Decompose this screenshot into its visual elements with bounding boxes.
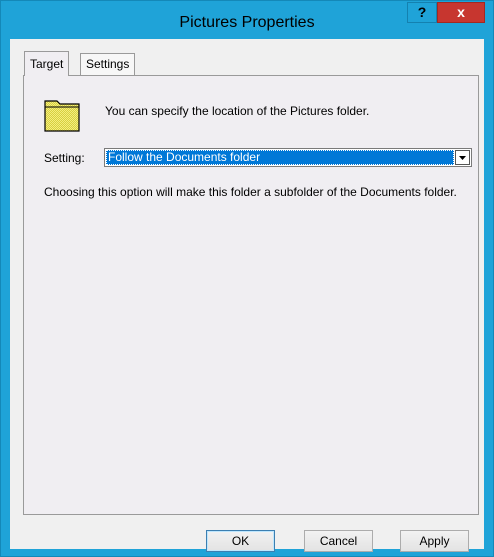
description-text: Choosing this option will make this fold… [44,185,464,199]
ok-button[interactable]: OK [206,530,275,552]
tab-settings[interactable]: Settings [80,53,135,75]
title-bar[interactable]: Pictures Properties ? x [1,1,493,39]
target-tab-panel: You can specify the location of the Pict… [23,75,479,515]
cancel-button[interactable]: Cancel [304,530,373,552]
tab-target[interactable]: Target [24,51,69,76]
apply-button[interactable]: Apply [400,530,469,552]
setting-dropdown[interactable]: Follow the Documents folder [104,148,472,167]
setting-dropdown-value: Follow the Documents folder [106,150,454,165]
properties-window: Pictures Properties ? x Target Settings … [0,0,494,557]
chevron-down-icon[interactable] [455,150,470,165]
folder-icon [44,98,80,132]
setting-label: Setting: [44,151,85,165]
help-button[interactable]: ? [407,2,437,23]
close-button[interactable]: x [437,2,485,23]
dialog-client-area: Target Settings You can specify the loca… [10,39,484,549]
info-text: You can specify the location of the Pict… [105,104,369,118]
